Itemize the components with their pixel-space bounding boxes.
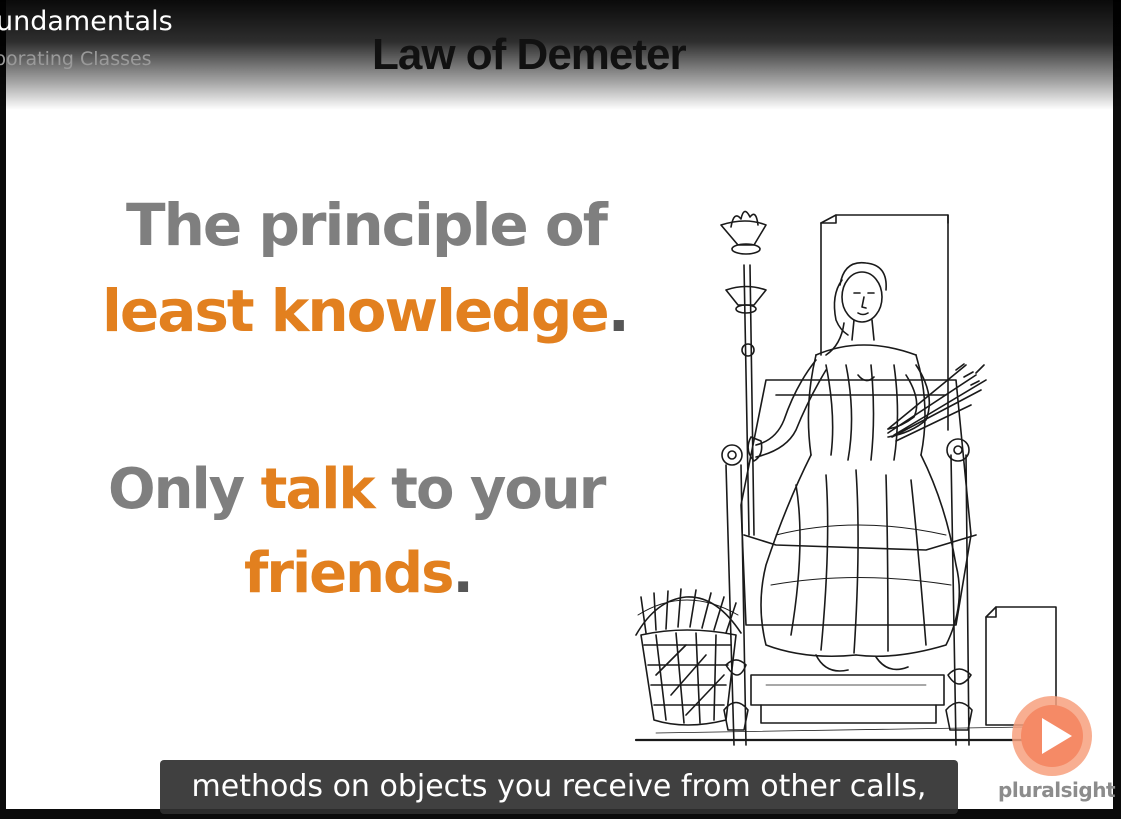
period: . [452,541,473,606]
period: . [607,277,630,345]
play-icon [1012,696,1092,776]
only-text: Only [108,457,261,522]
least-knowledge-highlight: least knowledge [102,277,610,345]
slide-title: Law of Demeter [372,30,687,79]
pluralsight-logo: pluralsight [998,694,1116,809]
friends-line: friends. [244,546,474,602]
course-title: undamentals [0,6,173,37]
module-title: borating Classes [0,48,152,70]
talk-line: Only talk to your [108,462,606,518]
player-header: undamentals borating Classes Law of Deme… [0,0,1121,110]
talk-highlight: talk [260,457,376,522]
slide: The principle of least knowledge. Only t… [6,0,1113,809]
friends-highlight: friends [244,541,454,606]
to-your-text: to your [373,457,606,522]
subtitle-caption: methods on objects you receive from othe… [160,760,958,814]
principle-text: The principle of [126,191,608,259]
brand-name: pluralsight [998,778,1116,802]
demeter-illustration [634,210,1057,746]
least-knowledge-line: least knowledge. [102,282,630,340]
